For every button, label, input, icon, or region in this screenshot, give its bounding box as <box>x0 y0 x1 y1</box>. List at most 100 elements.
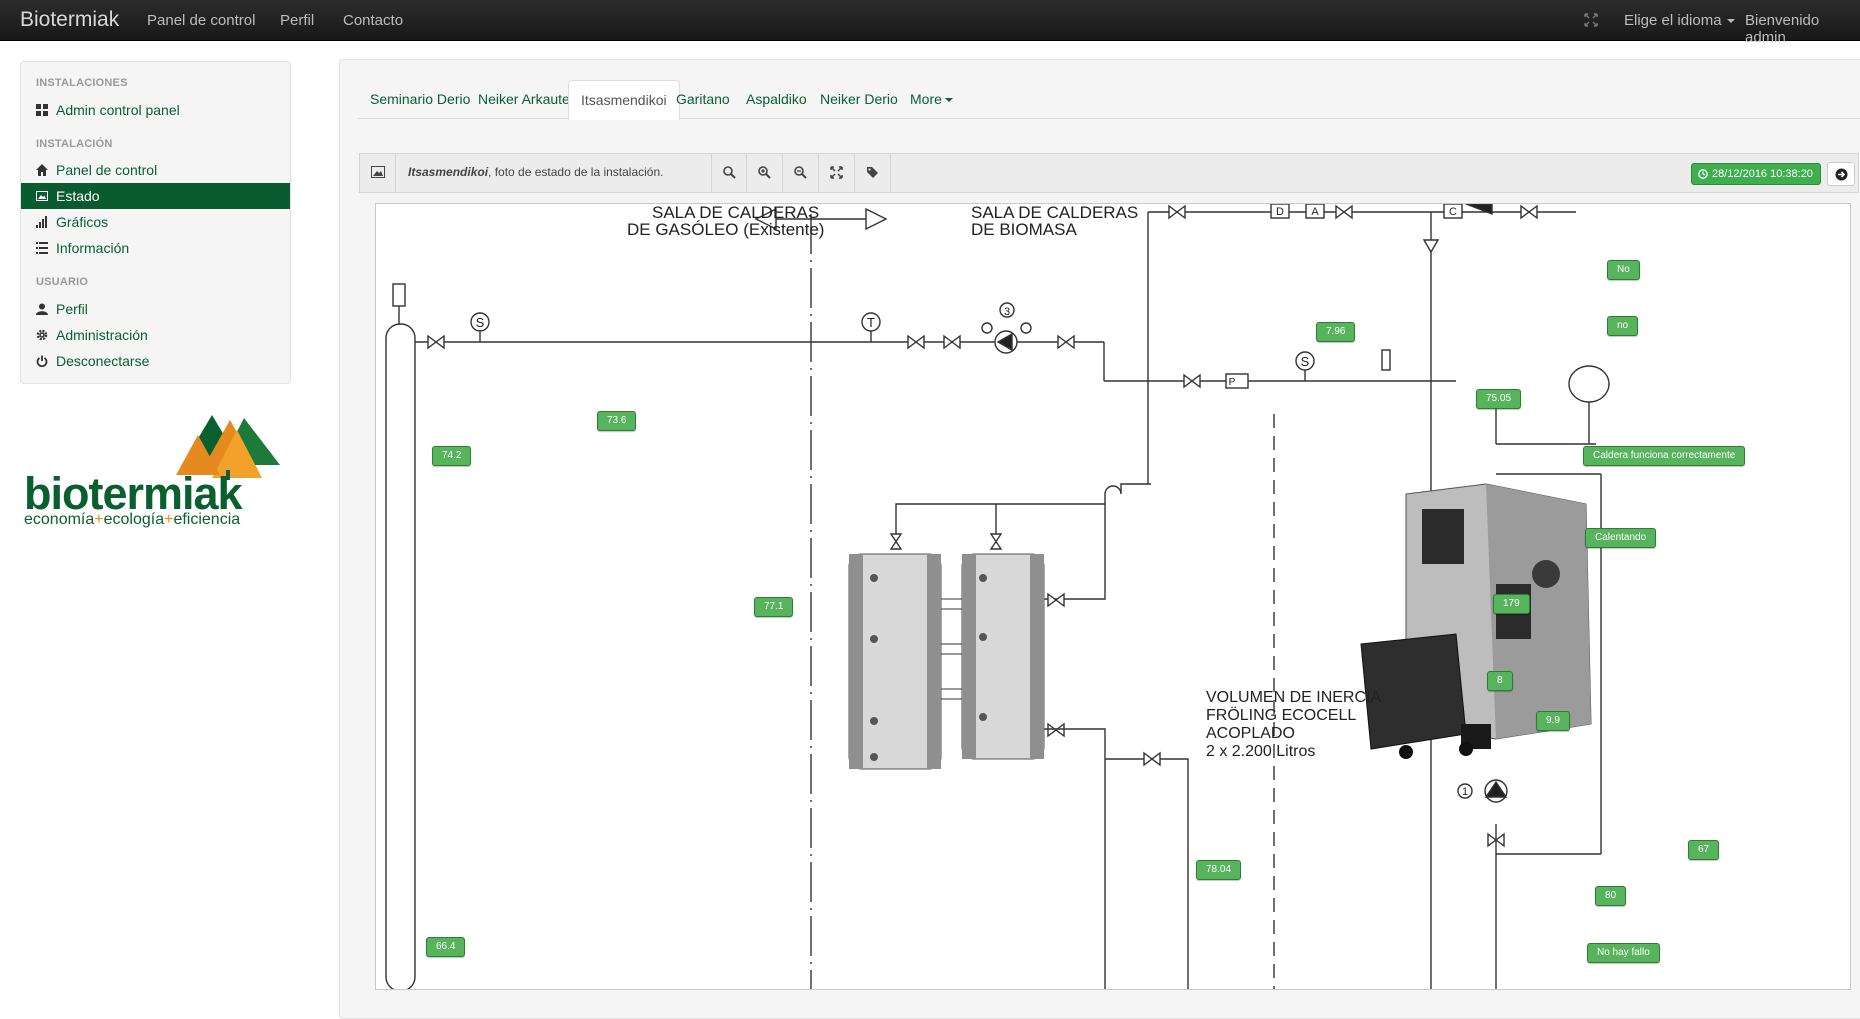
status-badge[interactable]: Calentando <box>1585 528 1657 548</box>
sidebar-header-instalacion: INSTALACIÓN <box>36 138 113 150</box>
caption-text: , foto de estado de la instalación. <box>488 165 664 179</box>
symbol-a: A <box>1311 206 1319 218</box>
power-icon <box>36 355 48 367</box>
fit-screen-button[interactable] <box>819 154 855 192</box>
tab-more[interactable]: More <box>898 80 965 119</box>
symbol-s2: S <box>1301 354 1310 369</box>
timestamp-badge: 28/12/2016 10:38:20 <box>1691 163 1821 185</box>
logo-tag-ecologia: ecología <box>103 511 165 528</box>
status-badge[interactable]: no <box>1607 316 1639 336</box>
sensor-badge[interactable]: 179 <box>1493 594 1530 614</box>
fullscreen-icon <box>830 166 843 179</box>
circle-arrow-right-icon <box>1835 168 1848 181</box>
zoom-out-button[interactable] <box>783 154 819 192</box>
nav-contacto[interactable]: Contacto <box>343 12 403 29</box>
user-icon <box>36 303 48 315</box>
sensor-badge[interactable]: 9.9 <box>1536 711 1570 731</box>
status-badge[interactable]: Caldera funciona correctamente <box>1583 446 1746 466</box>
tab-seminario-derio[interactable]: Seminario Derio <box>358 80 482 119</box>
label-inercia-2: FRÖLING ECOCELL <box>1206 707 1357 724</box>
sensor-badge[interactable]: 7.96 <box>1316 322 1356 342</box>
sensor-badge[interactable]: 8 <box>1487 671 1513 691</box>
language-label: Elige el idioma <box>1624 12 1722 29</box>
sensor-badge[interactable]: 73.6 <box>597 411 637 431</box>
sidebar-item-admin-control-panel[interactable]: Admin control panel <box>21 97 290 123</box>
tab-neiker-derio[interactable]: Neiker Derio <box>808 80 910 119</box>
sidebar-item-informacion[interactable]: Información <box>21 235 290 261</box>
sensor-badge[interactable]: 75.05 <box>1476 389 1522 409</box>
sidebar: INSTALACIONES Admin control panel INSTAL… <box>20 61 291 384</box>
sensor-badge[interactable]: 74.2 <box>432 446 472 466</box>
label-inercia-4: 2 x 2.200 Litros <box>1206 743 1316 760</box>
tab-garitano[interactable]: Garitano <box>664 80 742 119</box>
label-sala-biomasa-2: DE BIOMASA <box>971 220 1077 239</box>
signal-icon <box>36 216 48 228</box>
next-button[interactable] <box>1827 162 1855 186</box>
symbol-p: P <box>1229 377 1236 388</box>
toolbar-caption: Itsasmendikoi, foto de estado de la inst… <box>408 165 663 179</box>
nav-panel-de-control[interactable]: Panel de control <box>147 12 255 29</box>
inertia-tanks <box>848 553 1045 770</box>
picture-icon <box>36 190 48 202</box>
sidebar-item-label: Gráficos <box>56 214 109 230</box>
language-dropdown[interactable]: Elige el idioma <box>1624 12 1735 29</box>
tab-aspaldiko[interactable]: Aspaldiko <box>734 80 819 119</box>
sidebar-header-instalaciones: INSTALACIONES <box>36 77 128 89</box>
home-icon <box>36 164 48 176</box>
sidebar-item-perfil[interactable]: Perfil <box>21 296 290 322</box>
tab-more-label: More <box>910 91 942 107</box>
sensor-badge[interactable]: 78.04 <box>1196 860 1242 880</box>
picture-icon <box>371 166 385 178</box>
list-icon <box>36 242 48 254</box>
nav-perfil[interactable]: Perfil <box>280 12 314 29</box>
sidebar-item-label: Panel de control <box>56 162 158 178</box>
symbol-three: 3 <box>1004 306 1010 318</box>
tab-itsasmendikoi[interactable]: Itsasmendikoi <box>568 80 680 120</box>
tag-button[interactable] <box>855 154 891 192</box>
zoom-out-icon <box>794 166 807 179</box>
sensor-badge[interactable]: 67 <box>1688 840 1720 860</box>
label-sala-gasoleo-2: DE GASÓLEO (Existente) <box>627 220 825 239</box>
sidebar-item-label: Información <box>56 240 130 256</box>
logo-tag-economia: economía <box>24 511 95 528</box>
tag-icon <box>867 167 878 178</box>
installation-tabs: Seminario Derio Neiker Arkaute Itsasmend… <box>358 80 1860 120</box>
zoom-in-button[interactable] <box>747 154 783 192</box>
sensor-badge[interactable]: 66.4 <box>426 937 466 957</box>
sidebar-item-panel-de-control[interactable]: Panel de control <box>21 157 290 183</box>
installation-schema: S T S 3 1 P D A C SALA DE CALDERAS DE GA… <box>375 203 1851 990</box>
sidebar-item-label: Admin control panel <box>56 102 180 118</box>
logo-tag-eficiencia: eficiencia <box>173 511 241 528</box>
brand-link[interactable]: Biotermiak <box>20 8 119 32</box>
symbol-c: C <box>1449 206 1457 218</box>
zoom-in-icon <box>758 166 771 179</box>
label-inercia-3: ACOPLADO <box>1206 725 1295 742</box>
search-button[interactable] <box>711 154 747 192</box>
status-badge[interactable]: No hay fallo <box>1587 943 1660 963</box>
welcome-user[interactable]: Bienvenido admin <box>1745 12 1860 46</box>
sensor-badge[interactable]: 80 <box>1595 886 1627 906</box>
sensor-badge[interactable]: 77.1 <box>754 597 794 617</box>
biotermiak-logo: biotermiak economía+ecología+eficiencia <box>22 410 287 540</box>
sidebar-item-label: Estado <box>56 188 100 204</box>
sidebar-item-label: Perfil <box>56 301 88 317</box>
caret-down-icon <box>944 98 953 103</box>
tab-neiker-arkaute[interactable]: Neiker Arkaute <box>466 80 582 119</box>
symbol-one: 1 <box>1462 786 1468 798</box>
symbol-t: T <box>867 315 875 330</box>
sidebar-item-desconectarse[interactable]: Desconectarse <box>21 348 290 374</box>
sidebar-item-label: Desconectarse <box>56 353 150 369</box>
caption-installation-name: Itsasmendikoi <box>408 165 489 179</box>
sidebar-item-estado[interactable]: Estado <box>21 183 290 209</box>
status-badge[interactable]: No <box>1607 260 1640 280</box>
image-button[interactable] <box>360 154 396 192</box>
logo-tagline: economía+ecología+eficiencia <box>24 511 240 529</box>
clock-icon <box>1698 169 1708 179</box>
diagram-toolbar: Itsasmendikoi, foto de estado de la inst… <box>359 153 1859 193</box>
sidebar-item-graficos[interactable]: Gráficos <box>21 209 290 235</box>
symbol-s: S <box>476 315 485 330</box>
symbol-d: D <box>1276 206 1284 218</box>
sidebar-item-administracion[interactable]: Administración <box>21 322 290 348</box>
fullscreen-icon[interactable] <box>1584 13 1598 27</box>
chevron-down-icon <box>1726 19 1735 24</box>
